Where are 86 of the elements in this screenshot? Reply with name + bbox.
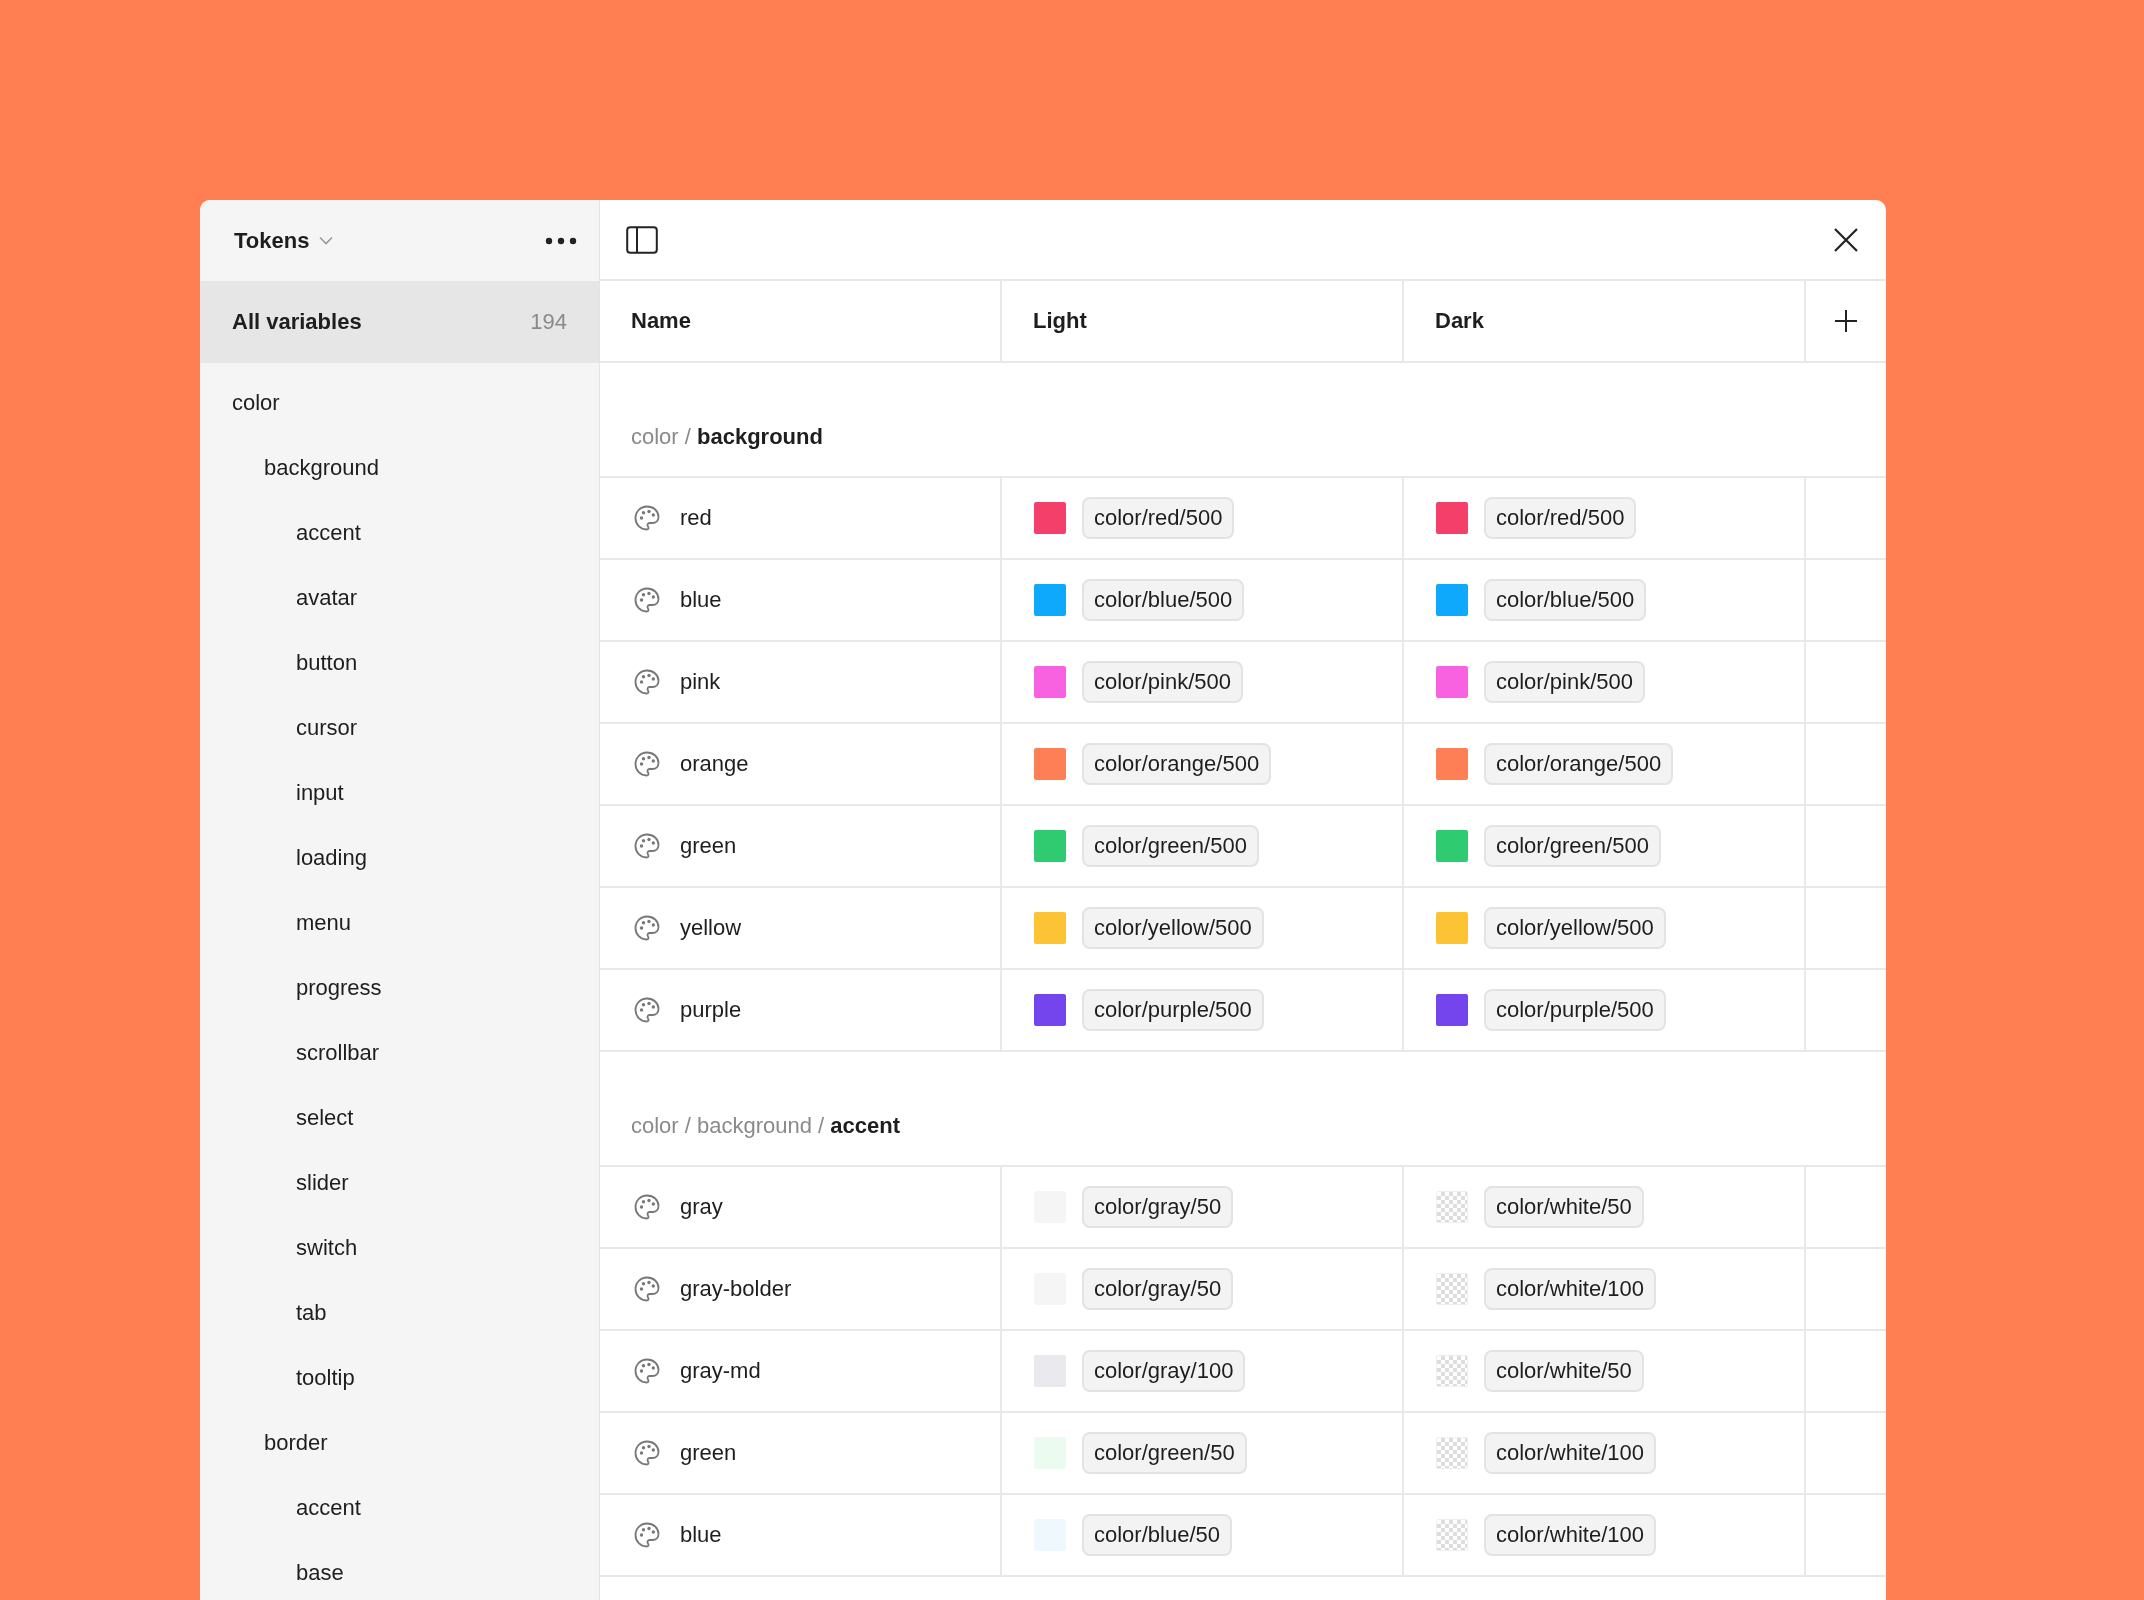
chevron-down-icon bbox=[319, 236, 334, 245]
tree-item[interactable]: color bbox=[232, 389, 280, 416]
variable-name: blue bbox=[680, 587, 722, 613]
alias-chip[interactable]: color/green/50 bbox=[1082, 1432, 1247, 1474]
group-heading: color / background bbox=[631, 424, 823, 450]
alias-chip[interactable]: color/green/500 bbox=[1082, 825, 1259, 867]
variable-name: pink bbox=[680, 669, 721, 695]
variable-count: 194 bbox=[530, 309, 567, 335]
alias-chip[interactable]: color/purple/500 bbox=[1484, 989, 1666, 1031]
variable-name: gray-bolder bbox=[680, 1276, 792, 1302]
variable-name: orange bbox=[680, 751, 749, 777]
palette-icon bbox=[634, 1440, 660, 1466]
palette-icon bbox=[634, 915, 660, 941]
sidebar-toggle-icon[interactable] bbox=[626, 225, 658, 254]
palette-icon bbox=[634, 587, 660, 613]
variable-name: red bbox=[680, 505, 712, 531]
transparent-swatch bbox=[1436, 1191, 1468, 1223]
alias-chip[interactable]: color/green/500 bbox=[1484, 825, 1661, 867]
tree-item[interactable]: cursor bbox=[296, 714, 358, 741]
variable-name: gray bbox=[680, 1194, 723, 1220]
alias-chip[interactable]: color/red/500 bbox=[1484, 497, 1637, 539]
tree-item[interactable]: background bbox=[264, 454, 379, 481]
alias-chip[interactable]: color/gray/50 bbox=[1082, 1268, 1234, 1310]
tree-item[interactable]: slider bbox=[296, 1169, 349, 1196]
alias-chip[interactable]: color/gray/50 bbox=[1082, 1186, 1234, 1228]
transparent-swatch bbox=[1436, 1437, 1468, 1469]
palette-icon bbox=[634, 997, 660, 1023]
alias-chip[interactable]: color/white/50 bbox=[1484, 1350, 1644, 1392]
alias-chip[interactable]: color/pink/500 bbox=[1484, 661, 1645, 703]
alias-chip[interactable]: color/gray/100 bbox=[1082, 1350, 1246, 1392]
alias-chip[interactable]: color/orange/500 bbox=[1484, 743, 1674, 785]
tree-item[interactable]: switch bbox=[296, 1234, 358, 1261]
group-heading: color / background / accent bbox=[631, 1113, 901, 1139]
tree-item[interactable]: avatar bbox=[296, 584, 358, 611]
alias-chip[interactable]: color/blue/50 bbox=[1082, 1514, 1232, 1556]
close-icon[interactable] bbox=[1834, 227, 1858, 252]
alias-chip[interactable]: color/red/500 bbox=[1082, 497, 1235, 539]
palette-icon bbox=[634, 751, 660, 777]
collection-dropdown[interactable]: Tokens bbox=[234, 227, 334, 254]
variable-name: gray-md bbox=[680, 1358, 761, 1384]
alias-chip[interactable]: color/yellow/500 bbox=[1082, 907, 1264, 949]
alias-chip[interactable]: color/pink/500 bbox=[1082, 661, 1243, 703]
variable-name: blue bbox=[680, 1522, 722, 1548]
variable-name: yellow bbox=[680, 915, 742, 941]
tree-item[interactable]: menu bbox=[296, 909, 352, 936]
palette-icon bbox=[634, 1358, 660, 1384]
alias-chip[interactable]: color/purple/500 bbox=[1082, 989, 1264, 1031]
transparent-swatch bbox=[1436, 1519, 1468, 1551]
transparent-swatch bbox=[1436, 1355, 1468, 1387]
alias-chip[interactable]: color/white/100 bbox=[1484, 1514, 1656, 1556]
palette-icon bbox=[634, 1194, 660, 1220]
column-header: Light bbox=[1033, 308, 1087, 334]
all-variables-label: All variables bbox=[232, 309, 362, 335]
more-icon[interactable] bbox=[545, 236, 577, 245]
alias-chip[interactable]: color/yellow/500 bbox=[1484, 907, 1666, 949]
variable-name: green bbox=[680, 1440, 737, 1466]
palette-icon bbox=[634, 833, 660, 859]
column-header: Dark bbox=[1435, 308, 1484, 334]
add-icon[interactable] bbox=[1835, 310, 1857, 332]
variable-name: green bbox=[680, 833, 737, 859]
all-variables-item[interactable]: All variables 194 bbox=[200, 281, 599, 363]
tree-item[interactable]: scrollbar bbox=[296, 1039, 380, 1066]
tree-item[interactable]: loading bbox=[296, 844, 367, 871]
palette-icon bbox=[634, 1522, 660, 1548]
tree-item[interactable]: border bbox=[264, 1429, 328, 1456]
tree-item[interactable]: accent bbox=[296, 519, 361, 546]
tree-item[interactable]: input bbox=[296, 779, 344, 806]
alias-chip[interactable]: color/white/100 bbox=[1484, 1268, 1656, 1310]
alias-chip[interactable]: color/white/50 bbox=[1484, 1186, 1644, 1228]
tree-item[interactable]: button bbox=[296, 649, 358, 676]
alias-chip[interactable]: color/white/100 bbox=[1484, 1432, 1656, 1474]
alias-chip[interactable]: color/orange/500 bbox=[1082, 743, 1272, 785]
transparent-swatch bbox=[1436, 1273, 1468, 1305]
column-header: Name bbox=[631, 308, 691, 334]
tree-item[interactable]: progress bbox=[296, 974, 382, 1001]
tree-item[interactable]: tab bbox=[296, 1299, 327, 1326]
tree-item[interactable]: tooltip bbox=[296, 1364, 355, 1391]
tree-item[interactable]: base bbox=[296, 1559, 344, 1586]
tree-item[interactable]: select bbox=[296, 1104, 354, 1131]
tree-item[interactable]: accent bbox=[296, 1494, 361, 1521]
palette-icon bbox=[634, 505, 660, 531]
palette-icon bbox=[634, 669, 660, 695]
palette-icon bbox=[634, 1276, 660, 1302]
variable-name: purple bbox=[680, 997, 742, 1023]
alias-chip[interactable]: color/blue/500 bbox=[1484, 579, 1647, 621]
alias-chip[interactable]: color/blue/500 bbox=[1082, 579, 1245, 621]
